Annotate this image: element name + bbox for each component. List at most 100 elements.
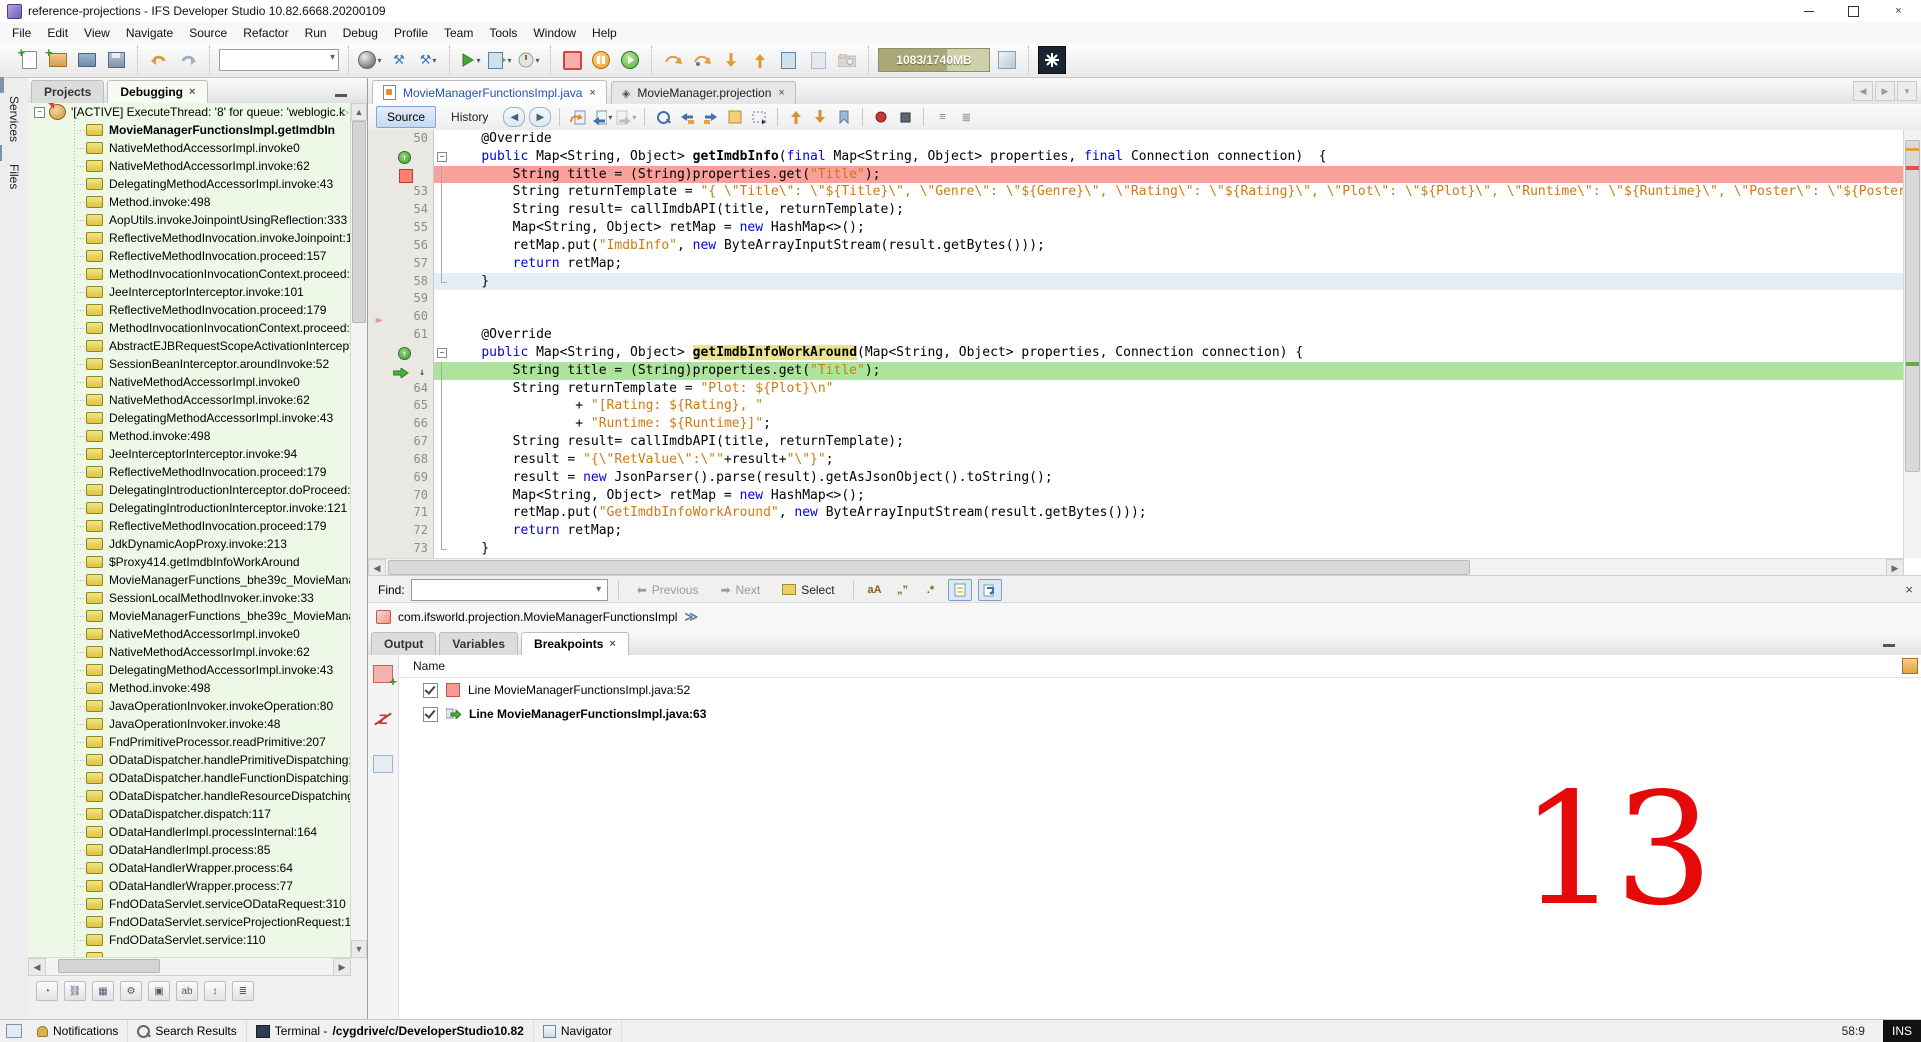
fold-margin[interactable]: [434, 290, 450, 308]
last-edit-icon[interactable]: [568, 108, 588, 126]
stack-frame[interactable]: MovieManagerFunctions_bhe39c_MovieManage: [28, 607, 351, 625]
line-number[interactable]: 61: [384, 326, 434, 344]
next-occurrence-icon[interactable]: [701, 108, 721, 126]
chevron-down-icon[interactable]: ▾: [591, 584, 607, 595]
stack-frame[interactable]: JavaOperationInvoker.invoke:48: [28, 715, 351, 733]
new-breakpoint-icon[interactable]: [373, 665, 393, 683]
stack-frame[interactable]: FndODataServlet.serviceProjectionRequest…: [28, 913, 351, 931]
breakpoint-row[interactable]: Line MovieManagerFunctionsImpl.java:63: [399, 702, 1921, 726]
scroll-up-icon[interactable]: ▲: [351, 103, 367, 121]
fold-margin[interactable]: [434, 487, 450, 505]
line-number[interactable]: 69: [384, 469, 434, 487]
menu-navigate[interactable]: Navigate: [118, 24, 181, 42]
dock-tab-files[interactable]: Files: [7, 164, 21, 189]
stack-frame[interactable]: SessionBeanInterceptor.aroundInvoke:52: [28, 355, 351, 373]
profile-button[interactable]: ▾: [517, 48, 541, 72]
stack-frame[interactable]: FndPrimitiveProcessor.readPrimitive:207: [28, 733, 351, 751]
uncomment-icon[interactable]: ≣: [956, 108, 976, 126]
menu-file[interactable]: File: [4, 24, 39, 42]
fold-margin[interactable]: [434, 183, 450, 201]
undo-button[interactable]: [147, 48, 171, 72]
chevron-right-icon[interactable]: ≫: [684, 609, 698, 625]
fold-margin[interactable]: [434, 362, 450, 380]
run-to-cursor-button[interactable]: [777, 48, 801, 72]
output-window-icon[interactable]: [6, 1024, 22, 1038]
line-number[interactable]: 62↑: [384, 344, 434, 362]
tab-breakpoints[interactable]: Breakpoints×: [521, 632, 629, 655]
statusbar-item-terminal[interactable]: Terminal - /cygdrive/c/DeveloperStudio10…: [247, 1020, 534, 1042]
pause-button[interactable]: [589, 48, 613, 72]
line-number[interactable]: 65: [384, 397, 434, 415]
apply-code-changes-button[interactable]: [806, 48, 830, 72]
dock-tab-services[interactable]: Services: [7, 96, 21, 142]
history-icon[interactable]: ≣: [232, 981, 254, 1001]
restore-button[interactable]: [1831, 0, 1876, 22]
line-number[interactable]: 58: [384, 273, 434, 291]
memory-indicator[interactable]: 1083/1740MB: [878, 48, 990, 72]
fold-margin[interactable]: −: [434, 344, 450, 362]
rectangular-selection-icon[interactable]: [749, 108, 769, 126]
menu-edit[interactable]: Edit: [39, 24, 76, 42]
tab-output[interactable]: Output: [371, 632, 436, 655]
continue-button[interactable]: [618, 48, 642, 72]
line-number[interactable]: 53: [384, 183, 434, 201]
stack-frame[interactable]: ODataDispatcher.dispatch:117: [28, 805, 351, 823]
breakpoint-enabled-checkbox[interactable]: [423, 707, 438, 722]
system-threads-icon[interactable]: ⚙: [120, 981, 142, 1001]
fold-margin[interactable]: [434, 380, 450, 398]
step-over-expression-button[interactable]: [690, 48, 714, 72]
line-number[interactable]: 59: [384, 290, 434, 308]
stop-macro-icon[interactable]: [895, 108, 915, 126]
thread-node[interactable]: −'[ACTIVE] ExecuteThread: '8' for queue:…: [28, 103, 351, 121]
step-over-button[interactable]: [661, 48, 685, 72]
menu-profile[interactable]: Profile: [386, 24, 436, 42]
tree-vertical-scrollbar[interactable]: ▲ ▼: [350, 103, 367, 958]
statusbar-item-notifications[interactable]: Notifications: [28, 1020, 128, 1042]
fold-margin[interactable]: [434, 522, 450, 540]
menu-team[interactable]: Team: [436, 24, 481, 42]
files-icon[interactable]: [0, 145, 2, 161]
minimize-panel-icon[interactable]: [335, 94, 347, 97]
monitors-icon[interactable]: ▣: [148, 981, 170, 1001]
override-icon[interactable]: ↑: [398, 347, 411, 360]
stack-frame[interactable]: MovieManagerFunctionsImpl.getImdbIn: [28, 121, 351, 139]
statusbar-item-search-results[interactable]: Search Results: [128, 1020, 246, 1042]
line-number[interactable]: 73: [384, 540, 434, 558]
collapse-icon[interactable]: −: [34, 107, 45, 118]
stack-frame[interactable]: ODataHandlerImpl.process:85: [28, 841, 351, 859]
new-project-button[interactable]: [46, 48, 70, 72]
clean-build-button[interactable]: ⚒▾: [416, 48, 440, 72]
stack-frame[interactable]: Method.invoke:498: [28, 679, 351, 697]
comment-icon[interactable]: ≡: [932, 108, 952, 126]
menu-run[interactable]: Run: [297, 24, 335, 42]
stack-frame[interactable]: JavaOperationInvoker.invokeOperation:80: [28, 697, 351, 715]
previous-bookmark-icon[interactable]: [786, 108, 806, 126]
configuration-combo[interactable]: [219, 49, 339, 71]
stack-frame[interactable]: ReflectiveMethodInvocation.invokeJoinpoi…: [28, 229, 351, 247]
line-number[interactable]: 66: [384, 415, 434, 433]
stack-frame[interactable]: JeeInterceptorInterceptor.invoke:94: [28, 445, 351, 463]
stack-frame[interactable]: ODataDispatcher.handleResourceDispatchin…: [28, 787, 351, 805]
match-case-icon[interactable]: aA: [864, 580, 886, 600]
fold-margin[interactable]: [434, 504, 450, 522]
stack-frame[interactable]: MethodInvocationInvocationContext.procee…: [28, 319, 351, 337]
stack-frame[interactable]: FndODataServlet.serviceODataRequest:310: [28, 895, 351, 913]
menu-debug[interactable]: Debug: [335, 24, 386, 42]
breadcrumb-path[interactable]: com.ifsworld.projection.MovieManagerFunc…: [398, 610, 677, 624]
redo-button[interactable]: [176, 48, 200, 72]
history-view-button[interactable]: History: [440, 106, 499, 128]
stack-frame[interactable]: ODataHandlerImpl.processInternal:164: [28, 823, 351, 841]
services-icon[interactable]: [2, 77, 4, 93]
minimize-panel-icon[interactable]: [1883, 644, 1895, 647]
find-input[interactable]: [415, 581, 591, 599]
stack-frame[interactable]: DelegatingIntroductionInterceptor.doProc…: [28, 481, 351, 499]
stack-frame[interactable]: Method.invoke:498: [28, 193, 351, 211]
regex-icon[interactable]: .*: [920, 580, 942, 600]
stack-frame[interactable]: $Proxy414.getImdbInfoWorkAround: [28, 553, 351, 571]
breakpoint-properties-icon[interactable]: [373, 755, 393, 773]
close-button[interactable]: ×: [1876, 0, 1921, 22]
breakpoint-enabled-checkbox[interactable]: [423, 683, 438, 698]
garbage-collect-icon[interactable]: [995, 48, 1019, 72]
debug-button[interactable]: ▾: [488, 48, 512, 72]
line-number[interactable]: 68: [384, 451, 434, 469]
